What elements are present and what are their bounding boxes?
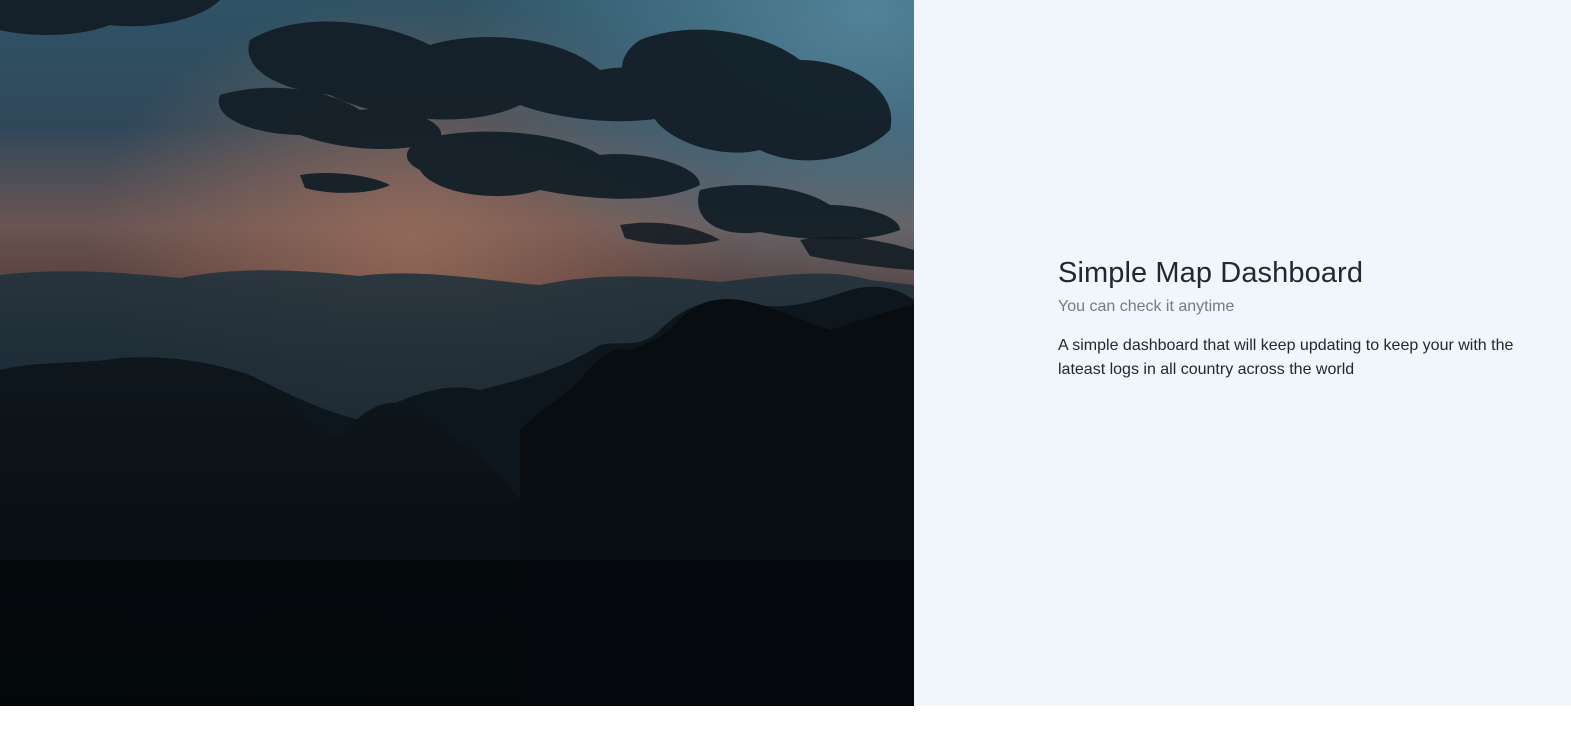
page-subtitle: You can check it anytime bbox=[1058, 298, 1235, 315]
page-description: A simple dashboard that will keep updati… bbox=[1058, 337, 1514, 378]
intro-content: Simple Map Dashboard You can check it an… bbox=[1058, 253, 1538, 382]
page-title: Simple Map Dashboard bbox=[1058, 257, 1364, 289]
hero-section: Simple Map Dashboard You can check it an… bbox=[0, 0, 1571, 706]
landscape-illustration bbox=[0, 0, 914, 706]
landing-page: Simple Map Dashboard You can check it an… bbox=[0, 0, 1571, 742]
mountain-landscape-image bbox=[0, 0, 914, 706]
intro-panel: Simple Map Dashboard You can check it an… bbox=[914, 0, 1571, 706]
